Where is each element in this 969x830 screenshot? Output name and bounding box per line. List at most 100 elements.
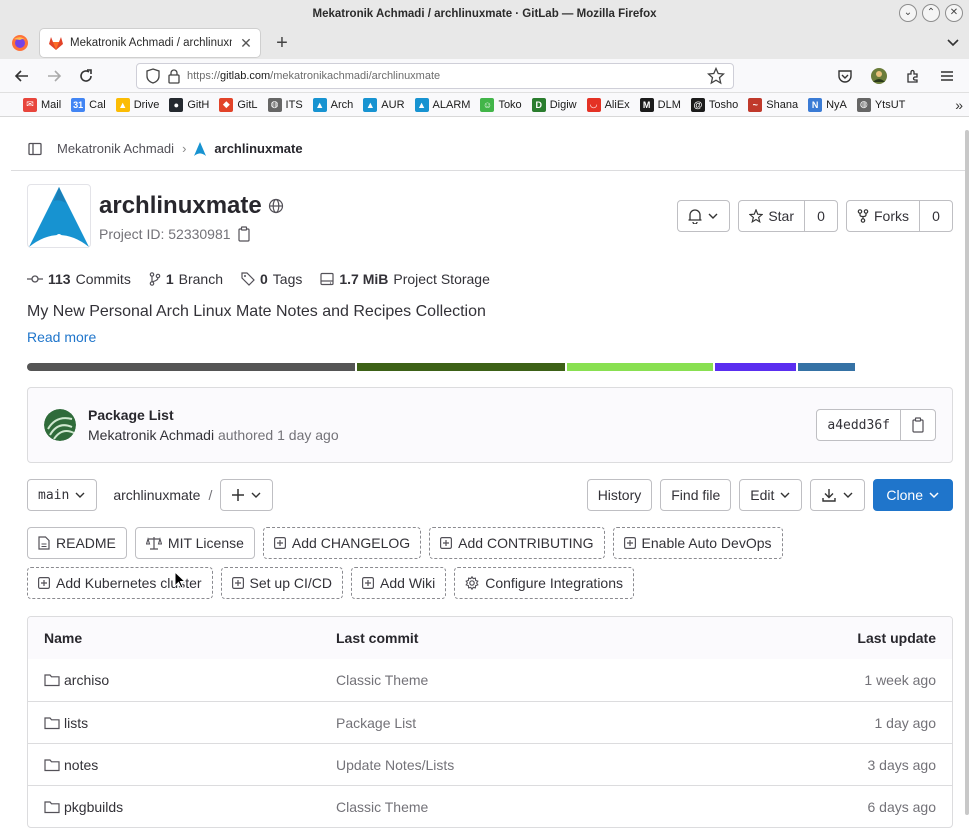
bookmark-its[interactable]: ◍ ITS	[263, 97, 308, 112]
bookmark-nya[interactable]: N NyA	[803, 97, 852, 112]
bookmark-shana[interactable]: ~ Shana	[743, 97, 803, 112]
copy-icon[interactable]	[237, 226, 251, 242]
shortcut-set-up-ci-cd-button[interactable]: Set up CI/CD	[220, 567, 344, 599]
commit-author-avatar[interactable]	[44, 409, 76, 441]
language-segment[interactable]	[715, 363, 797, 371]
close-window-button[interactable]: ✕	[945, 4, 963, 22]
bookmark-arch[interactable]: ▲ Arch	[308, 97, 359, 112]
file-name-cell[interactable]: pkgbuilds	[28, 799, 336, 815]
shortcut-add-contributing-button[interactable]: Add CONTRIBUTING	[429, 527, 605, 559]
bookmark-dlm[interactable]: M DLM	[635, 97, 686, 112]
language-bar[interactable]	[27, 363, 860, 371]
copy-sha-button[interactable]	[900, 409, 936, 441]
shortcut-add-changelog-button[interactable]: Add CHANGELOG	[262, 527, 422, 559]
language-segment[interactable]	[27, 363, 355, 371]
bookmark-tosho[interactable]: @ Tosho	[686, 97, 743, 112]
bookmark-cal[interactable]: 31 Cal	[66, 97, 111, 112]
star-count[interactable]: 0	[804, 200, 838, 232]
maximize-button[interactable]: ⌃	[922, 4, 940, 22]
new-tab-button[interactable]: +	[270, 32, 294, 55]
edit-button[interactable]: Edit	[739, 479, 803, 511]
tab-gitlab[interactable]: Mekatronik Achmadi / archlinuxmate ✕	[40, 29, 260, 57]
commit-sha[interactable]: a4edd36f	[816, 409, 901, 441]
branch-stat[interactable]: 1 Branch	[149, 271, 223, 287]
folder-link[interactable]: archiso	[64, 672, 109, 688]
branch-selector[interactable]: main	[27, 479, 98, 511]
arch-icon: ▲	[363, 97, 378, 112]
page-scrollbar[interactable]	[965, 130, 969, 815]
add-to-tree-button[interactable]	[220, 479, 274, 511]
branch-name: main	[38, 487, 70, 503]
bookmark-digiw[interactable]: D Digiw	[527, 97, 582, 112]
folder-link[interactable]: lists	[64, 715, 88, 731]
shortcut-configure-integrations-button[interactable]: Configure Integrations	[454, 567, 635, 599]
folder-link[interactable]: notes	[64, 757, 98, 773]
bookmark-aur[interactable]: ▲ AUR	[358, 97, 409, 112]
minimize-button[interactable]: ⌄	[899, 4, 917, 22]
commit-message-link[interactable]: Package List	[336, 715, 752, 731]
forks-button[interactable]: Forks	[846, 200, 920, 232]
find-file-button[interactable]: Find file	[660, 479, 732, 511]
bookmark-aliex[interactable]: ◡ AliEx	[582, 97, 635, 112]
back-button[interactable]	[6, 62, 38, 90]
pocket-icon[interactable]	[829, 62, 861, 90]
lock-icon[interactable]	[167, 68, 181, 84]
star-button[interactable]: Star	[738, 200, 805, 232]
forks-count[interactable]: 0	[919, 200, 953, 232]
folder-link[interactable]: pkgbuilds	[64, 799, 123, 815]
shortcut-mit-license-button[interactable]: MIT License	[134, 527, 255, 559]
commit-message-link[interactable]: Classic Theme	[336, 799, 752, 815]
address-bar[interactable]: https://gitlab.com/mekatronikachmadi/arc…	[136, 62, 734, 89]
storage-stat[interactable]: 1.7 MiB Project Storage	[320, 271, 490, 287]
download-button[interactable]	[810, 479, 866, 511]
commit-message-link[interactable]: Update Notes/Lists	[336, 757, 752, 773]
breadcrumb-parent-link[interactable]: Mekatronik Achmadi	[57, 141, 174, 156]
shortcut-enable-auto-devops-button[interactable]: Enable Auto DevOps	[612, 527, 783, 559]
commit-message-link[interactable]: Classic Theme	[336, 672, 752, 688]
history-button[interactable]: History	[586, 479, 653, 511]
url-text[interactable]: https://gitlab.com/mekatronikachmadi/arc…	[187, 70, 701, 82]
commits-stat[interactable]: 113 Commits	[27, 271, 131, 287]
bookmark-alarm[interactable]: ▲ ALARM	[410, 97, 476, 112]
account-avatar-icon[interactable]	[863, 62, 895, 90]
repo-path-link[interactable]: archlinuxmate	[113, 487, 200, 503]
chevron-double-right-icon[interactable]: »	[955, 97, 963, 113]
shortcut-readme-button[interactable]: README	[27, 527, 127, 559]
project-title: archlinuxmate	[99, 192, 262, 219]
notification-button[interactable]	[677, 200, 731, 232]
file-name-cell[interactable]: lists	[28, 715, 336, 731]
file-name-cell[interactable]: notes	[28, 757, 336, 773]
hamburger-menu-icon[interactable]	[931, 62, 963, 90]
read-more-link[interactable]: Read more	[27, 329, 953, 345]
file-name-cell[interactable]: archiso	[28, 672, 336, 688]
breadcrumb-current[interactable]: archlinuxmate	[214, 141, 302, 156]
bookmark-gith[interactable]: ● GitH	[164, 97, 214, 112]
commit-title-link[interactable]: Package List	[88, 407, 339, 423]
bookmark-mail[interactable]: ✉ Mail	[18, 97, 66, 112]
bookmark-drive[interactable]: ▲ Drive	[111, 97, 165, 112]
forks-label: Forks	[874, 208, 909, 224]
chevron-down-icon	[75, 492, 85, 498]
bookmark-gitl[interactable]: ◆ GitL	[214, 97, 262, 112]
file-icon	[38, 536, 50, 550]
close-tab-icon[interactable]: ✕	[238, 35, 254, 52]
tags-stat[interactable]: 0 Tags	[241, 271, 302, 287]
bookmark-ytsut[interactable]: ◍ YtsUT	[852, 97, 911, 112]
reload-button[interactable]	[70, 62, 102, 90]
bookmark-toko[interactable]: ☺ Toko	[475, 97, 526, 112]
chevron-down-icon[interactable]	[945, 34, 961, 50]
forward-button[interactable]	[38, 62, 70, 90]
shortcut-add-wiki-button[interactable]: Add Wiki	[351, 567, 447, 599]
star-bookmark-icon[interactable]	[707, 66, 725, 85]
project-avatar[interactable]	[27, 184, 91, 248]
language-segment[interactable]	[356, 363, 566, 371]
extensions-icon[interactable]	[897, 62, 929, 90]
firefox-menu-icon[interactable]	[0, 34, 40, 52]
commit-author-link[interactable]: Mekatronik Achmadi	[88, 427, 214, 443]
sidebar-toggle-icon[interactable]	[27, 141, 43, 157]
clone-button[interactable]: Clone	[873, 479, 953, 511]
tags-count: 0	[259, 271, 268, 287]
language-segment[interactable]	[567, 363, 714, 371]
language-segment[interactable]	[798, 363, 856, 371]
shield-icon[interactable]	[145, 67, 161, 84]
